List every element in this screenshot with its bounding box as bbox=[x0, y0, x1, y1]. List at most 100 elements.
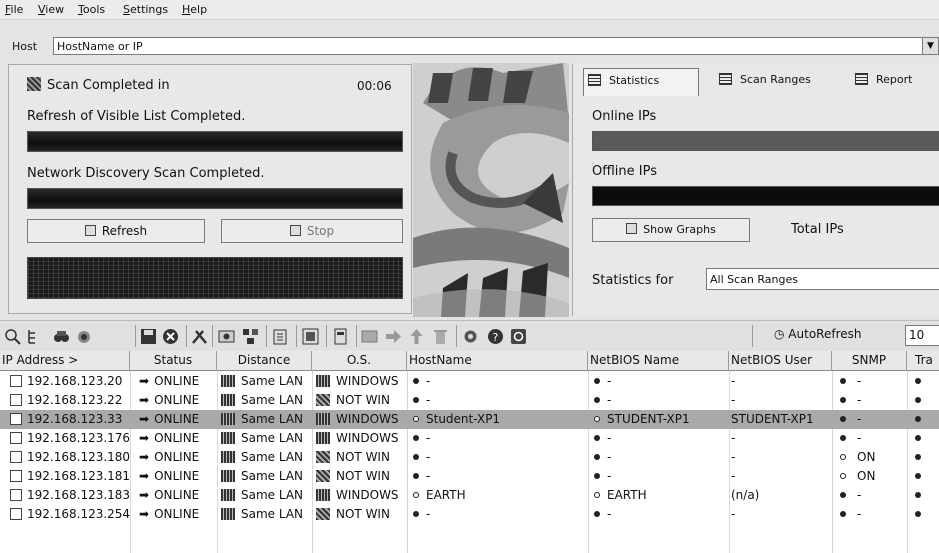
table-row[interactable]: 192.168.123.33 ➡ ONLINE Same LAN WINDOWS Stud… bbox=[0, 410, 939, 429]
scan-network-icon[interactable] bbox=[76, 328, 93, 345]
column-status[interactable]: Status bbox=[130, 351, 217, 371]
row-checkbox[interactable] bbox=[10, 489, 22, 501]
hostname-text: Student-XP1 bbox=[426, 412, 501, 426]
table-row[interactable]: 192.168.123.181 ➡ ONLINE Same LAN NOT WIN - - -… bbox=[0, 467, 939, 486]
online-arrow-icon: ➡ bbox=[139, 488, 150, 502]
table-row[interactable]: 192.168.123.22 ➡ ONLINE Same LAN NOT WIN - - - - bbox=[0, 391, 939, 410]
tools-icon[interactable] bbox=[191, 328, 208, 345]
menu-file[interactable]: File bbox=[5, 3, 23, 16]
svg-text:?: ? bbox=[493, 331, 499, 344]
network-icon[interactable] bbox=[242, 328, 259, 345]
delete-icon[interactable] bbox=[162, 328, 179, 345]
row-checkbox[interactable] bbox=[10, 432, 22, 444]
os-text: NOT WIN bbox=[336, 393, 390, 407]
hostname-text: - bbox=[426, 374, 431, 388]
column-traceroute[interactable]: Tra bbox=[907, 351, 939, 371]
share-icon[interactable] bbox=[218, 328, 235, 345]
refresh-status-label: Refresh of Visible List Completed. bbox=[27, 109, 246, 124]
os-icon bbox=[316, 508, 330, 520]
online-ips-label: Online IPs bbox=[592, 109, 657, 124]
zoom-icon[interactable] bbox=[4, 328, 21, 345]
status-dot-icon bbox=[594, 397, 600, 403]
os-icon bbox=[316, 470, 330, 482]
os-icon bbox=[316, 451, 330, 463]
console-icon[interactable] bbox=[361, 328, 378, 345]
row-checkbox[interactable] bbox=[10, 508, 22, 520]
distance-text: Same LAN bbox=[241, 469, 304, 483]
online-ips-bar bbox=[592, 131, 939, 151]
online-arrow-icon: ➡ bbox=[139, 469, 150, 483]
netbios-user-text: - bbox=[731, 431, 736, 445]
toolbar-separator bbox=[135, 325, 136, 347]
netbios-name-text: - bbox=[607, 374, 612, 388]
row-checkbox[interactable] bbox=[10, 451, 22, 463]
ip-address: 192.168.123.183 bbox=[27, 488, 130, 502]
netbios-user-text: - bbox=[731, 507, 736, 521]
column-netbios-user[interactable]: NetBIOS User bbox=[729, 351, 832, 371]
help-icon[interactable]: ? bbox=[487, 328, 504, 345]
statistics-for-select[interactable]: All Scan Ranges bbox=[706, 268, 939, 290]
hostname-text: - bbox=[426, 393, 431, 407]
autorefresh-toggle[interactable]: ◷ AutoRefresh bbox=[774, 327, 861, 341]
upload-icon[interactable] bbox=[408, 328, 425, 345]
statistics-panel: Statistics Scan Ranges Report Online IPs… bbox=[572, 64, 939, 316]
status-dot-icon bbox=[840, 511, 846, 517]
find-icon[interactable] bbox=[53, 328, 70, 345]
tab-scan-ranges[interactable]: Scan Ranges bbox=[715, 68, 835, 96]
save-icon[interactable] bbox=[140, 328, 157, 345]
status-dot-icon bbox=[413, 511, 419, 517]
netbios-name-text: - bbox=[607, 450, 612, 464]
table-row[interactable]: 192.168.123.183 ➡ ONLINE Same LAN WINDOWS EAR… bbox=[0, 486, 939, 505]
host-input[interactable]: HostName or IP bbox=[53, 37, 925, 55]
tab-report[interactable]: Report bbox=[851, 68, 939, 96]
column-snmp[interactable]: SNMP bbox=[832, 351, 907, 371]
status-dot-icon bbox=[413, 492, 419, 498]
window-icon[interactable] bbox=[302, 328, 319, 345]
row-checkbox[interactable] bbox=[10, 413, 22, 425]
tab-statistics[interactable]: Statistics bbox=[583, 68, 699, 96]
status-text: ONLINE bbox=[154, 412, 200, 426]
distance-text: Same LAN bbox=[241, 374, 304, 388]
chevron-down-icon[interactable]: ▼ bbox=[922, 37, 939, 55]
column-ip-address[interactable]: IP Address > bbox=[0, 351, 130, 371]
column-os[interactable]: O.S. bbox=[312, 351, 407, 371]
status-dot-icon bbox=[594, 435, 600, 441]
status-dot-icon bbox=[915, 511, 921, 517]
table-row[interactable]: 192.168.123.20 ➡ ONLINE Same LAN WINDOWS - - - - bbox=[0, 372, 939, 391]
table-row[interactable]: 192.168.123.180 ➡ ONLINE Same LAN NOT WIN - - -… bbox=[0, 448, 939, 467]
row-checkbox[interactable] bbox=[10, 394, 22, 406]
menu-settings[interactable]: Settings bbox=[123, 3, 168, 16]
row-checkbox[interactable] bbox=[10, 470, 22, 482]
status-text: ONLINE bbox=[154, 450, 200, 464]
menu-help[interactable]: Help bbox=[182, 3, 207, 16]
autorefresh-interval-input[interactable]: 10 bbox=[905, 325, 939, 346]
forward-icon[interactable] bbox=[385, 328, 402, 345]
lan-icon bbox=[221, 508, 235, 520]
show-graphs-button[interactable]: Show Graphs bbox=[592, 218, 750, 242]
hostname-text: EARTH bbox=[426, 488, 466, 502]
status-dot-icon bbox=[840, 473, 846, 479]
menu-view[interactable]: View bbox=[38, 3, 64, 16]
table-row[interactable]: 192.168.123.254 ➡ ONLINE Same LAN NOT WIN - - -… bbox=[0, 505, 939, 524]
toolbar-separator bbox=[266, 325, 267, 347]
status-text: ONLINE bbox=[154, 431, 200, 445]
settings-icon[interactable] bbox=[462, 328, 479, 345]
row-checkbox[interactable] bbox=[10, 375, 22, 387]
stop-button[interactable]: Stop bbox=[221, 219, 403, 243]
table-row[interactable]: 192.168.123.176 ➡ ONLINE Same LAN WINDOWS - - -… bbox=[0, 429, 939, 448]
column-distance[interactable]: Distance bbox=[217, 351, 312, 371]
netbios-name-text: - bbox=[607, 393, 612, 407]
column-netbios-name[interactable]: NetBIOS Name bbox=[588, 351, 729, 371]
report-icon[interactable] bbox=[332, 328, 349, 345]
power-icon[interactable] bbox=[510, 328, 527, 345]
toolbar-separator bbox=[456, 325, 457, 347]
tab-report-label: Report bbox=[876, 73, 913, 86]
tree-icon[interactable] bbox=[26, 328, 43, 345]
column-hostname[interactable]: HostName bbox=[407, 351, 588, 371]
trash-icon[interactable] bbox=[432, 328, 449, 345]
menu-tools[interactable]: Tools bbox=[78, 3, 105, 16]
refresh-button[interactable]: Refresh bbox=[27, 219, 205, 243]
export-icon[interactable] bbox=[272, 328, 289, 345]
status-text: ONLINE bbox=[154, 507, 200, 521]
toolbar-separator bbox=[752, 325, 753, 347]
